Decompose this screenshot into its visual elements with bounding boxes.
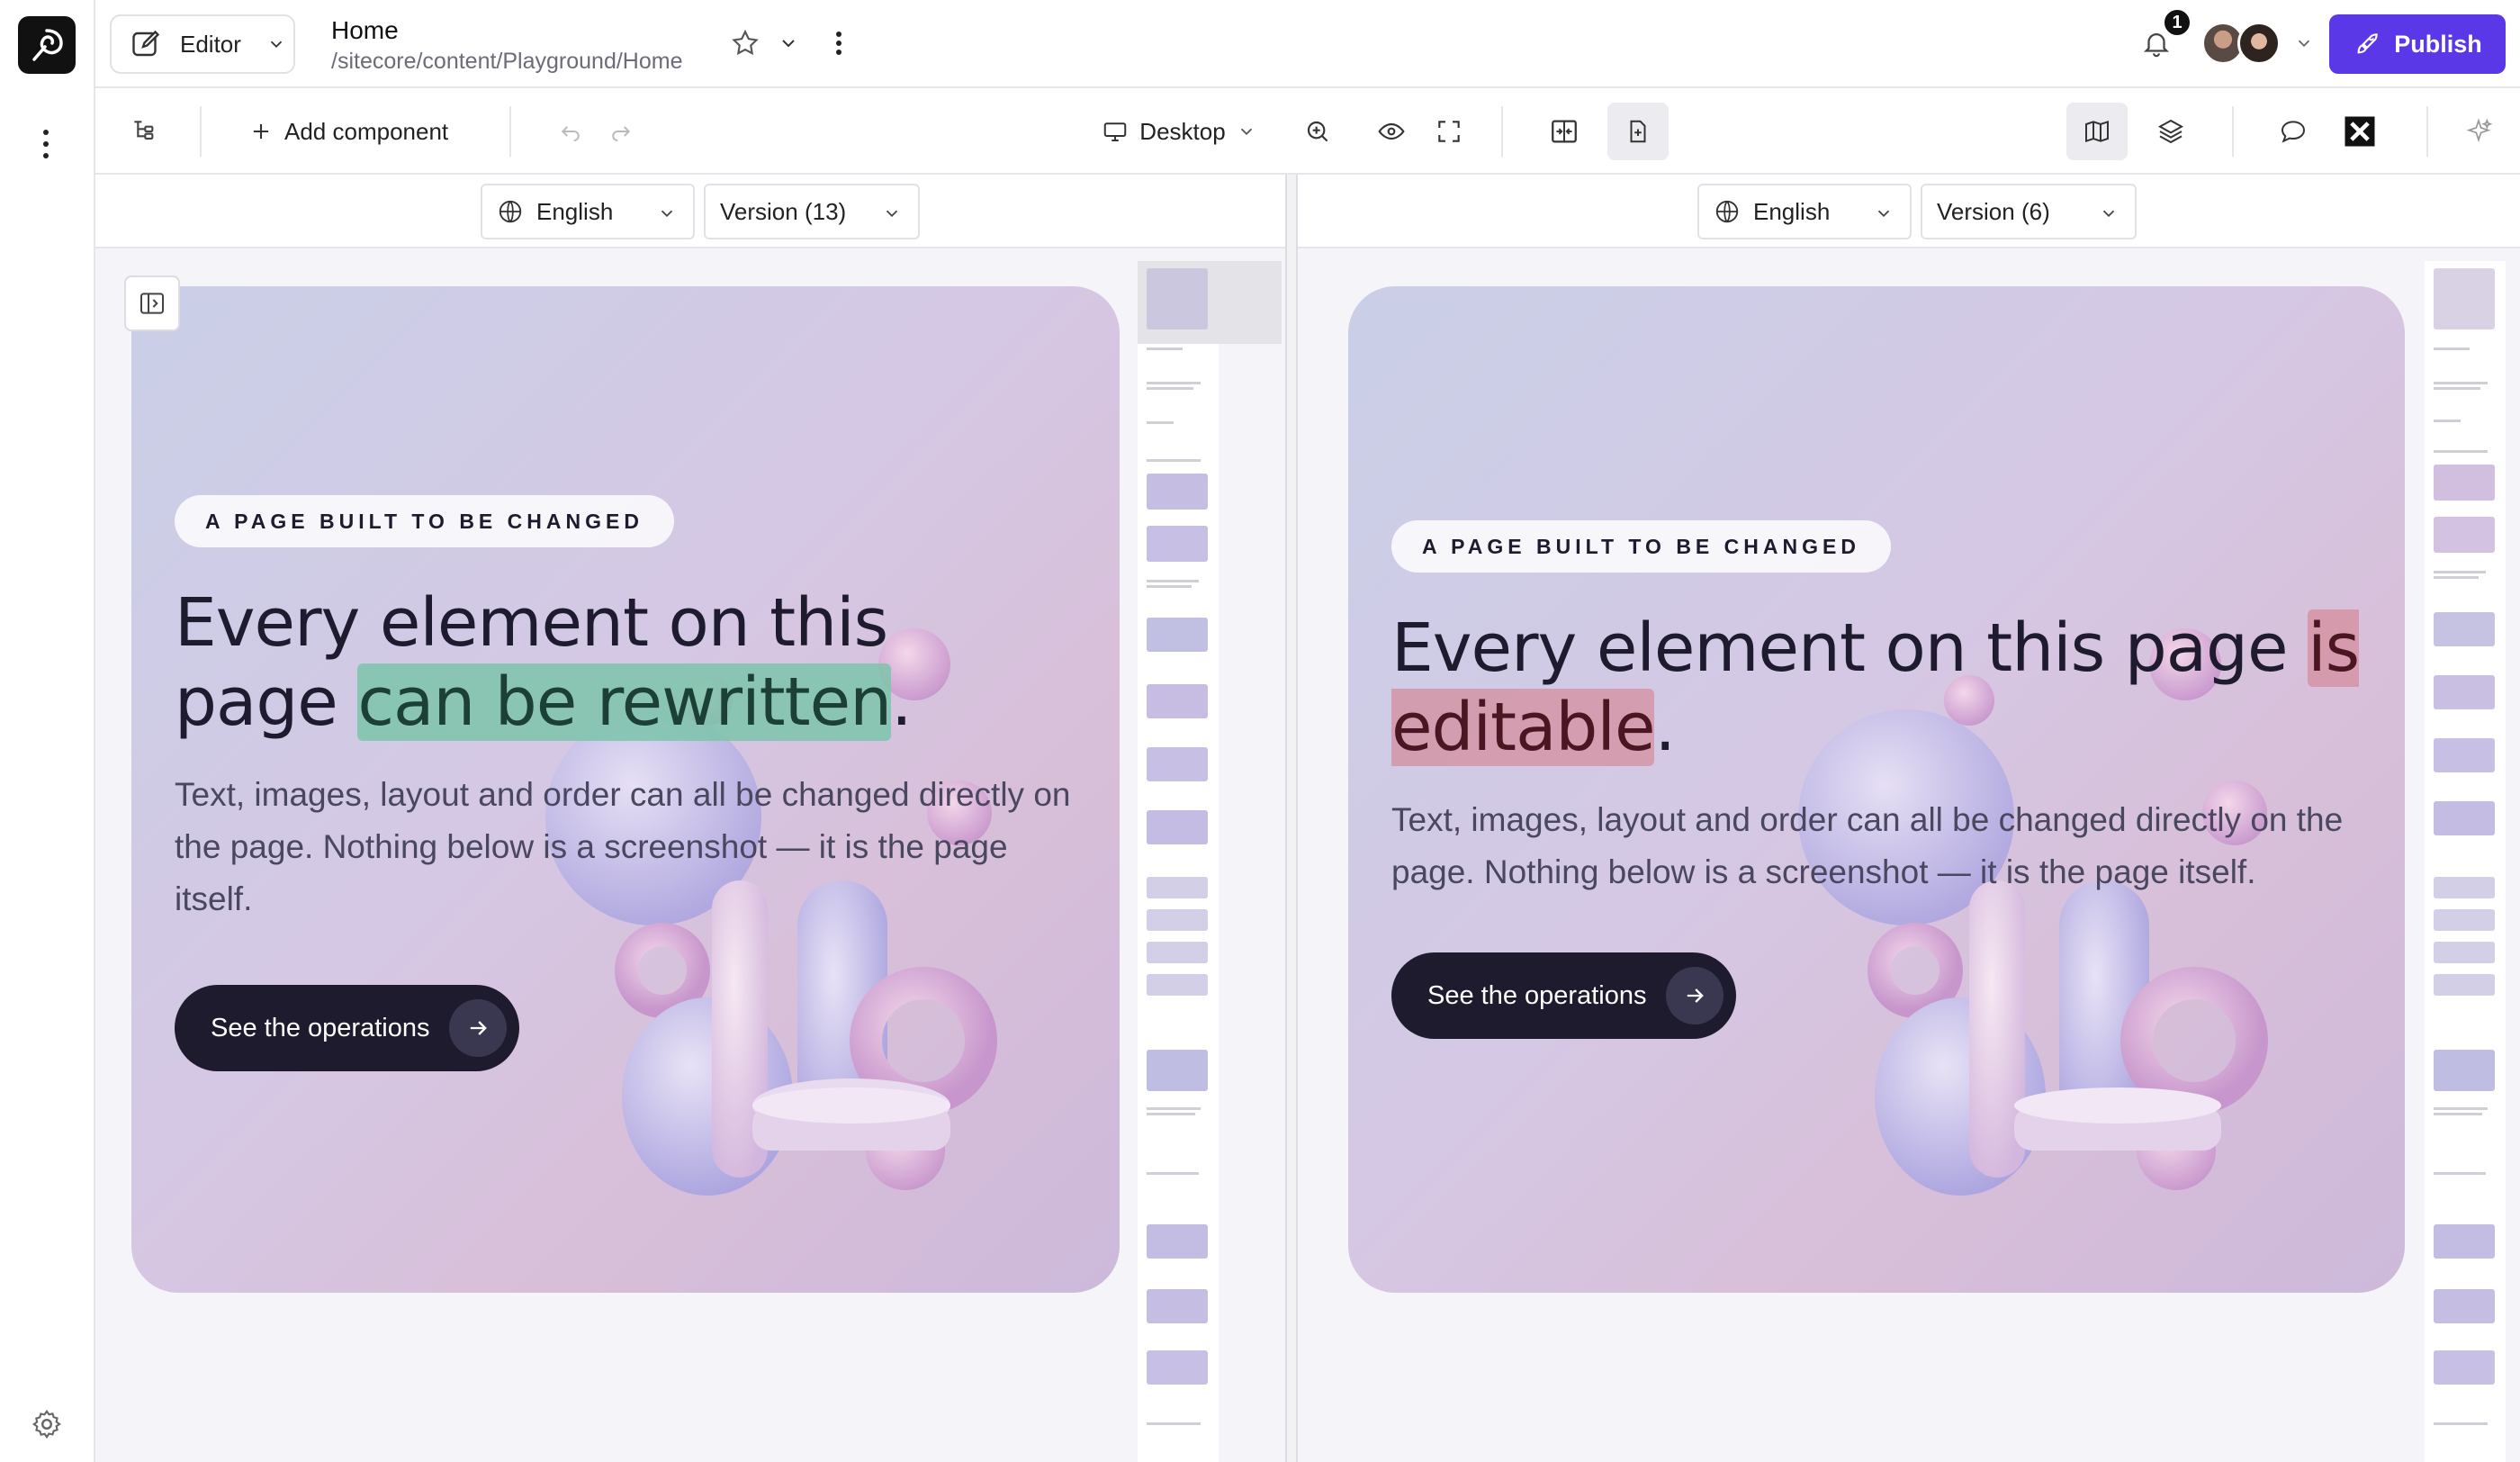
page-title: Home [331, 16, 399, 44]
layers-icon[interactable] [2146, 103, 2196, 160]
pane-divider[interactable] [1285, 175, 1298, 1462]
content-tree-icon[interactable] [119, 103, 169, 160]
notification-count-badge: 1 [2162, 7, 2192, 38]
right-page-minimap[interactable] [2425, 261, 2506, 1462]
comments-icon[interactable] [2268, 103, 2318, 160]
left-canvas: A PAGE BUILT TO BE CHANGED Every element… [95, 248, 1285, 1462]
rocket-icon [2357, 33, 2378, 54]
add-component-label: Add component [284, 117, 449, 145]
more-vertical-icon[interactable] [32, 126, 59, 162]
page-path: /sitecore/content/Playground/Home [331, 49, 683, 74]
fullscreen-icon[interactable] [1424, 103, 1474, 160]
left-headline-end: . [891, 663, 913, 741]
left-pane-bar: English Version (13) [95, 175, 1285, 248]
users-chevron-down-icon[interactable] [2286, 25, 2322, 61]
publish-label: Publish [2394, 30, 2482, 58]
chevron-down-icon [270, 41, 283, 49]
right-hero-section[interactable]: A PAGE BUILT TO BE CHANGED Every element… [1348, 286, 2405, 1293]
ai-assistant-icon[interactable] [2331, 103, 2389, 160]
right-language-label: English [1753, 197, 1831, 225]
left-cta-label: See the operations [211, 1013, 430, 1042]
page-details-icon[interactable] [1607, 103, 1669, 160]
left-version-select[interactable]: Version (13) [704, 184, 920, 239]
left-eyebrow[interactable]: A PAGE BUILT TO BE CHANGED [175, 495, 674, 547]
preview-eye-icon[interactable] [1366, 103, 1417, 160]
right-hero-content: A PAGE BUILT TO BE CHANGED Every element… [1391, 520, 2381, 1039]
right-pane-bar: English Version (6) [1298, 175, 2520, 248]
top-header: Editor Home /sitecore/content/Playground… [95, 0, 2520, 88]
left-hero-content: A PAGE BUILT TO BE CHANGED Every element… [175, 495, 1093, 1071]
sparkle-icon[interactable] [2453, 103, 2504, 160]
sidebar-toggle-icon[interactable] [124, 275, 180, 331]
undo-icon[interactable] [545, 103, 596, 160]
right-version-label: Version (6) [1937, 197, 2050, 225]
right-cta-label: See the operations [1427, 980, 1647, 1010]
toolbar-divider-4 [2232, 106, 2234, 157]
toolbar-divider [200, 106, 202, 157]
arrow-right-icon [449, 999, 508, 1057]
globe-icon [499, 200, 522, 223]
right-cta-button[interactable]: See the operations [1391, 952, 1737, 1039]
left-version-label: Version (13) [720, 197, 847, 225]
settings-gear-icon[interactable] [31, 1408, 63, 1440]
right-canvas: A PAGE BUILT TO BE CHANGED Every element… [1298, 248, 2520, 1462]
right-headline-text: Every element on this page [1391, 609, 2308, 687]
page-chevron-down-icon[interactable] [770, 25, 806, 61]
avatar-2[interactable] [2237, 22, 2281, 65]
map-icon[interactable] [2066, 103, 2128, 160]
desktop-monitor-icon [1104, 122, 1127, 141]
left-body-text[interactable]: Text, images, layout and order can all b… [175, 769, 1075, 925]
left-language-select[interactable]: English [481, 184, 695, 239]
toolbar-divider-2 [509, 106, 511, 157]
redo-icon[interactable] [596, 103, 646, 160]
app-logo-icon[interactable] [18, 16, 76, 74]
chevron-down-icon [1877, 210, 1890, 218]
zoom-in-icon[interactable] [1292, 103, 1343, 160]
device-label: Desktop [1139, 117, 1226, 145]
chevron-down-icon [2102, 210, 2115, 218]
chevron-down-icon [1240, 128, 1252, 136]
right-eyebrow[interactable]: A PAGE BUILT TO BE CHANGED [1391, 520, 1891, 573]
toolbar-divider-3 [1501, 106, 1503, 157]
left-rail [0, 0, 95, 1462]
edit-pencil-icon [132, 30, 160, 57]
arrow-right-icon [1666, 967, 1724, 1024]
right-version-select[interactable]: Version (6) [1921, 184, 2137, 239]
left-language-label: English [536, 197, 614, 225]
left-headline-highlight[interactable]: can be rewritten [357, 663, 892, 741]
editor-mode-dropdown[interactable]: Editor [110, 14, 295, 74]
right-headline[interactable]: Every element on this page is editable. [1391, 609, 2381, 767]
page-info: Home /sitecore/content/Playground/Home [331, 14, 683, 76]
page-more-vertical-icon[interactable] [821, 25, 857, 61]
globe-icon [1715, 200, 1739, 223]
device-dropdown[interactable]: Desktop [1084, 103, 1274, 160]
compare-versions-icon[interactable] [1539, 103, 1589, 160]
left-hero-section[interactable]: A PAGE BUILT TO BE CHANGED Every element… [131, 286, 1120, 1293]
right-body-text[interactable]: Text, images, layout and order can all b… [1391, 794, 2363, 898]
add-component-button[interactable]: Add component [248, 103, 491, 160]
chevron-down-icon [886, 210, 898, 218]
plus-icon [253, 123, 269, 140]
right-headline-end: . [1654, 689, 1676, 766]
left-page-minimap[interactable] [1138, 261, 1282, 1462]
chevron-down-icon [661, 210, 673, 218]
toolbar-divider-5 [2426, 106, 2428, 157]
favorite-star-icon[interactable] [727, 25, 763, 61]
publish-button[interactable]: Publish [2329, 14, 2506, 74]
editor-mode-label: Editor [180, 30, 241, 58]
left-cta-button[interactable]: See the operations [175, 985, 520, 1071]
left-headline[interactable]: Every element on this page can be rewrit… [175, 583, 1003, 742]
right-language-select[interactable]: English [1697, 184, 1912, 239]
editor-toolbar: Add component Desktop [95, 88, 2520, 175]
